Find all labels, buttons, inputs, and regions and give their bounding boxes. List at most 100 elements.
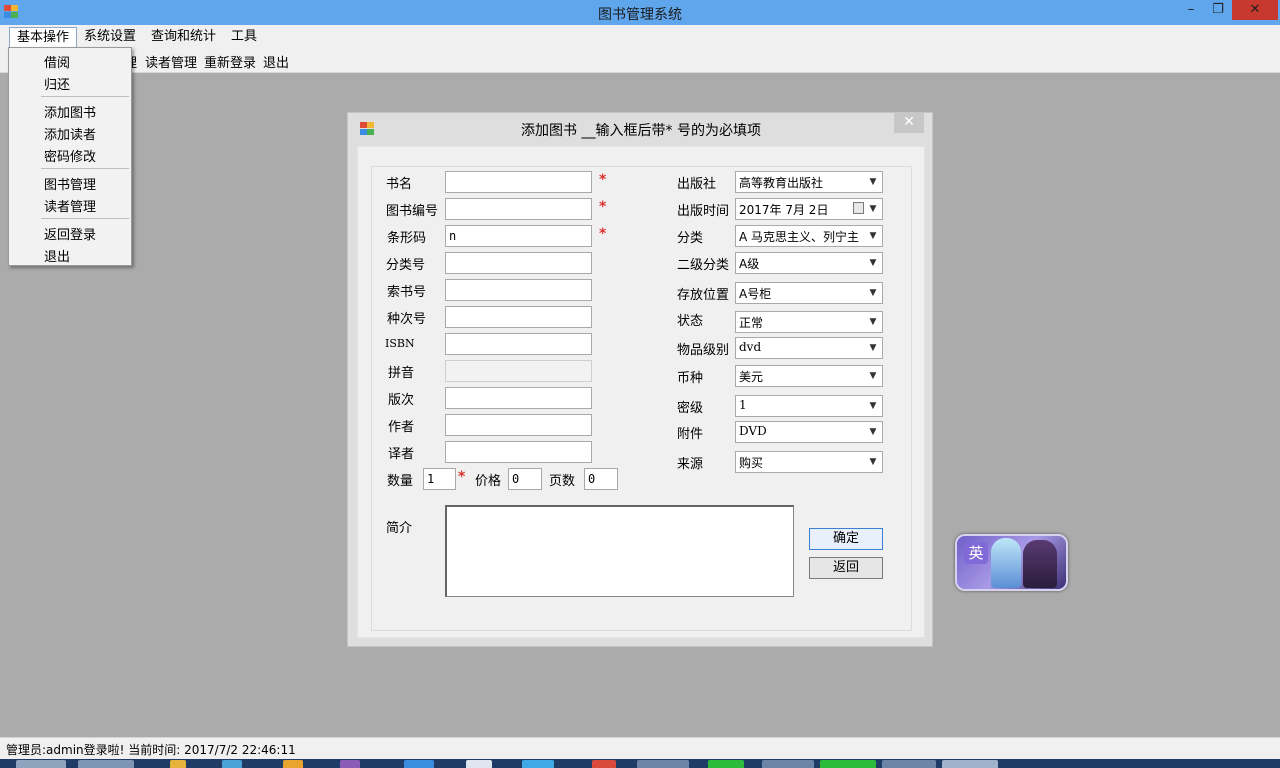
menu-item-change-password[interactable]: 密码修改 bbox=[44, 146, 96, 165]
isbn-label: ISBN bbox=[385, 337, 415, 350]
menu-separator bbox=[41, 218, 129, 219]
chevron-down-icon: ▼ bbox=[866, 228, 880, 244]
status-value: 正常 bbox=[739, 316, 764, 330]
chevron-down-icon: ▼ bbox=[869, 343, 877, 353]
toolbar-exit[interactable]: 退出 bbox=[263, 52, 289, 71]
status-select[interactable]: 正常 ▼ bbox=[735, 311, 883, 333]
taskbar-item[interactable] bbox=[404, 760, 434, 768]
publish-date-label: 出版时间 bbox=[677, 204, 730, 219]
menu-item-add-book[interactable]: 添加图书 bbox=[44, 102, 96, 121]
menu-query-statistics[interactable]: 查询和统计 bbox=[144, 27, 223, 48]
taskbar-item[interactable] bbox=[78, 760, 134, 768]
taskbar-item[interactable] bbox=[522, 760, 554, 768]
anime-figure-image bbox=[1023, 540, 1057, 588]
menu-bar: 基本操作 系统设置 查询和统计 工具 bbox=[0, 25, 1280, 49]
currency-select[interactable]: 美元 ▼ bbox=[735, 365, 883, 387]
edition-input[interactable] bbox=[445, 387, 592, 409]
summary-textarea[interactable] bbox=[445, 505, 794, 597]
item-level-select[interactable]: dvd ▼ bbox=[735, 337, 883, 359]
toolbar-reader-management[interactable]: 读者管理 bbox=[145, 52, 197, 71]
menu-item-book-management[interactable]: 图书管理 bbox=[44, 174, 96, 193]
taskbar-item[interactable] bbox=[170, 760, 186, 768]
taskbar-item[interactable] bbox=[466, 760, 492, 768]
copy-number-input[interactable] bbox=[445, 306, 592, 328]
book-name-input[interactable] bbox=[445, 171, 592, 193]
menu-item-exit[interactable]: 退出 bbox=[44, 246, 70, 265]
taskbar-item[interactable] bbox=[942, 760, 998, 768]
author-input[interactable] bbox=[445, 414, 592, 436]
menu-item-borrow[interactable]: 借阅 bbox=[44, 52, 70, 71]
taskbar-item[interactable] bbox=[708, 760, 744, 768]
publisher-select[interactable]: 高等教育出版社 ▼ bbox=[735, 171, 883, 193]
menu-item-return[interactable]: 归还 bbox=[44, 74, 70, 93]
required-mark: * bbox=[599, 199, 607, 215]
menu-item-add-reader[interactable]: 添加读者 bbox=[44, 124, 96, 143]
menu-item-back-to-login[interactable]: 返回登录 bbox=[44, 224, 96, 243]
toolbar-relogin[interactable]: 重新登录 bbox=[204, 52, 256, 71]
book-name-label: 书名 bbox=[386, 177, 413, 192]
menu-tools[interactable]: 工具 bbox=[224, 27, 264, 48]
ime-language-badge[interactable]: 英 bbox=[964, 542, 988, 564]
anime-figure-image bbox=[991, 538, 1021, 588]
publish-date-picker[interactable]: 2017年 7月 2日 ▼ bbox=[735, 198, 883, 220]
book-number-label: 图书编号 bbox=[386, 204, 439, 219]
taskbar bbox=[0, 759, 1280, 768]
taskbar-item[interactable] bbox=[222, 760, 242, 768]
barcode-input[interactable] bbox=[445, 225, 592, 247]
location-select[interactable]: A号柜 ▼ bbox=[735, 282, 883, 304]
chevron-down-icon: ▼ bbox=[869, 317, 877, 327]
attachment-select[interactable]: DVD ▼ bbox=[735, 421, 883, 443]
ok-button[interactable]: 确定 bbox=[809, 528, 883, 550]
pages-label: 页数 bbox=[549, 474, 576, 489]
taskbar-item[interactable] bbox=[16, 760, 66, 768]
dialog-close-button[interactable]: ✕ bbox=[894, 113, 924, 133]
taskbar-item[interactable] bbox=[283, 760, 303, 768]
menu-item-reader-management[interactable]: 读者管理 bbox=[44, 196, 96, 215]
toolbar: 理 读者管理 重新登录 退出 bbox=[0, 49, 1280, 73]
dialog-body: 书名 * 图书编号 * 条形码 * 分类号 索书号 种次号 ISBN 拼音 版次… bbox=[357, 146, 925, 638]
call-number-input[interactable] bbox=[445, 279, 592, 301]
chevron-down-icon: ▼ bbox=[869, 457, 877, 467]
class-number-label: 分类号 bbox=[386, 258, 426, 273]
close-button[interactable]: ✕ bbox=[1232, 0, 1278, 20]
category-select[interactable]: A 马克思主义、列宁主 ▼ bbox=[735, 225, 883, 247]
subcategory-value: A级 bbox=[739, 257, 760, 271]
price-input[interactable] bbox=[508, 468, 542, 490]
subcategory-label: 二级分类 bbox=[677, 258, 730, 273]
chevron-down-icon: ▼ bbox=[869, 401, 877, 411]
status-bar: 管理员:admin登录啦! 当前时间: 2017/7/2 22:46:11 bbox=[0, 737, 1280, 759]
quantity-input[interactable] bbox=[423, 468, 456, 490]
category-label: 分类 bbox=[677, 231, 704, 246]
pages-input[interactable] bbox=[584, 468, 618, 490]
taskbar-item[interactable] bbox=[592, 760, 616, 768]
menu-system-settings[interactable]: 系统设置 bbox=[77, 27, 143, 48]
taskbar-item[interactable] bbox=[820, 760, 876, 768]
book-number-input[interactable] bbox=[445, 198, 592, 220]
class-number-input[interactable] bbox=[445, 252, 592, 274]
required-mark: * bbox=[599, 226, 607, 242]
item-level-value: dvd bbox=[739, 340, 762, 354]
taskbar-item[interactable] bbox=[882, 760, 936, 768]
maximize-button[interactable]: ❐ bbox=[1204, 0, 1232, 20]
menu-basic-operations[interactable]: 基本操作 bbox=[9, 27, 78, 48]
taskbar-item[interactable] bbox=[340, 760, 360, 768]
dialog-title: 添加图书 __输入框后带* 号的为必填项 bbox=[521, 123, 761, 139]
form-group-box: 书名 * 图书编号 * 条形码 * 分类号 索书号 种次号 ISBN 拼音 版次… bbox=[371, 166, 912, 631]
subcategory-select[interactable]: A级 ▼ bbox=[735, 252, 883, 274]
ime-floating-widget[interactable]: 英 bbox=[955, 534, 1068, 591]
edition-label: 版次 bbox=[388, 393, 415, 408]
secret-level-select[interactable]: 1 ▼ bbox=[735, 395, 883, 417]
pinyin-label: 拼音 bbox=[388, 366, 415, 381]
translator-input[interactable] bbox=[445, 441, 592, 463]
chevron-down-icon: ▼ bbox=[869, 258, 877, 268]
chevron-down-icon: ▼ bbox=[869, 288, 877, 298]
taskbar-item[interactable] bbox=[762, 760, 814, 768]
summary-label: 简介 bbox=[386, 521, 413, 536]
chevron-down-icon: ▼ bbox=[869, 177, 877, 187]
isbn-input[interactable] bbox=[445, 333, 592, 355]
back-button[interactable]: 返回 bbox=[809, 557, 883, 579]
window-title: 图书管理系统 bbox=[598, 7, 682, 23]
minimize-button[interactable]: – bbox=[1178, 0, 1204, 20]
source-select[interactable]: 购买 ▼ bbox=[735, 451, 883, 473]
taskbar-item[interactable] bbox=[637, 760, 689, 768]
